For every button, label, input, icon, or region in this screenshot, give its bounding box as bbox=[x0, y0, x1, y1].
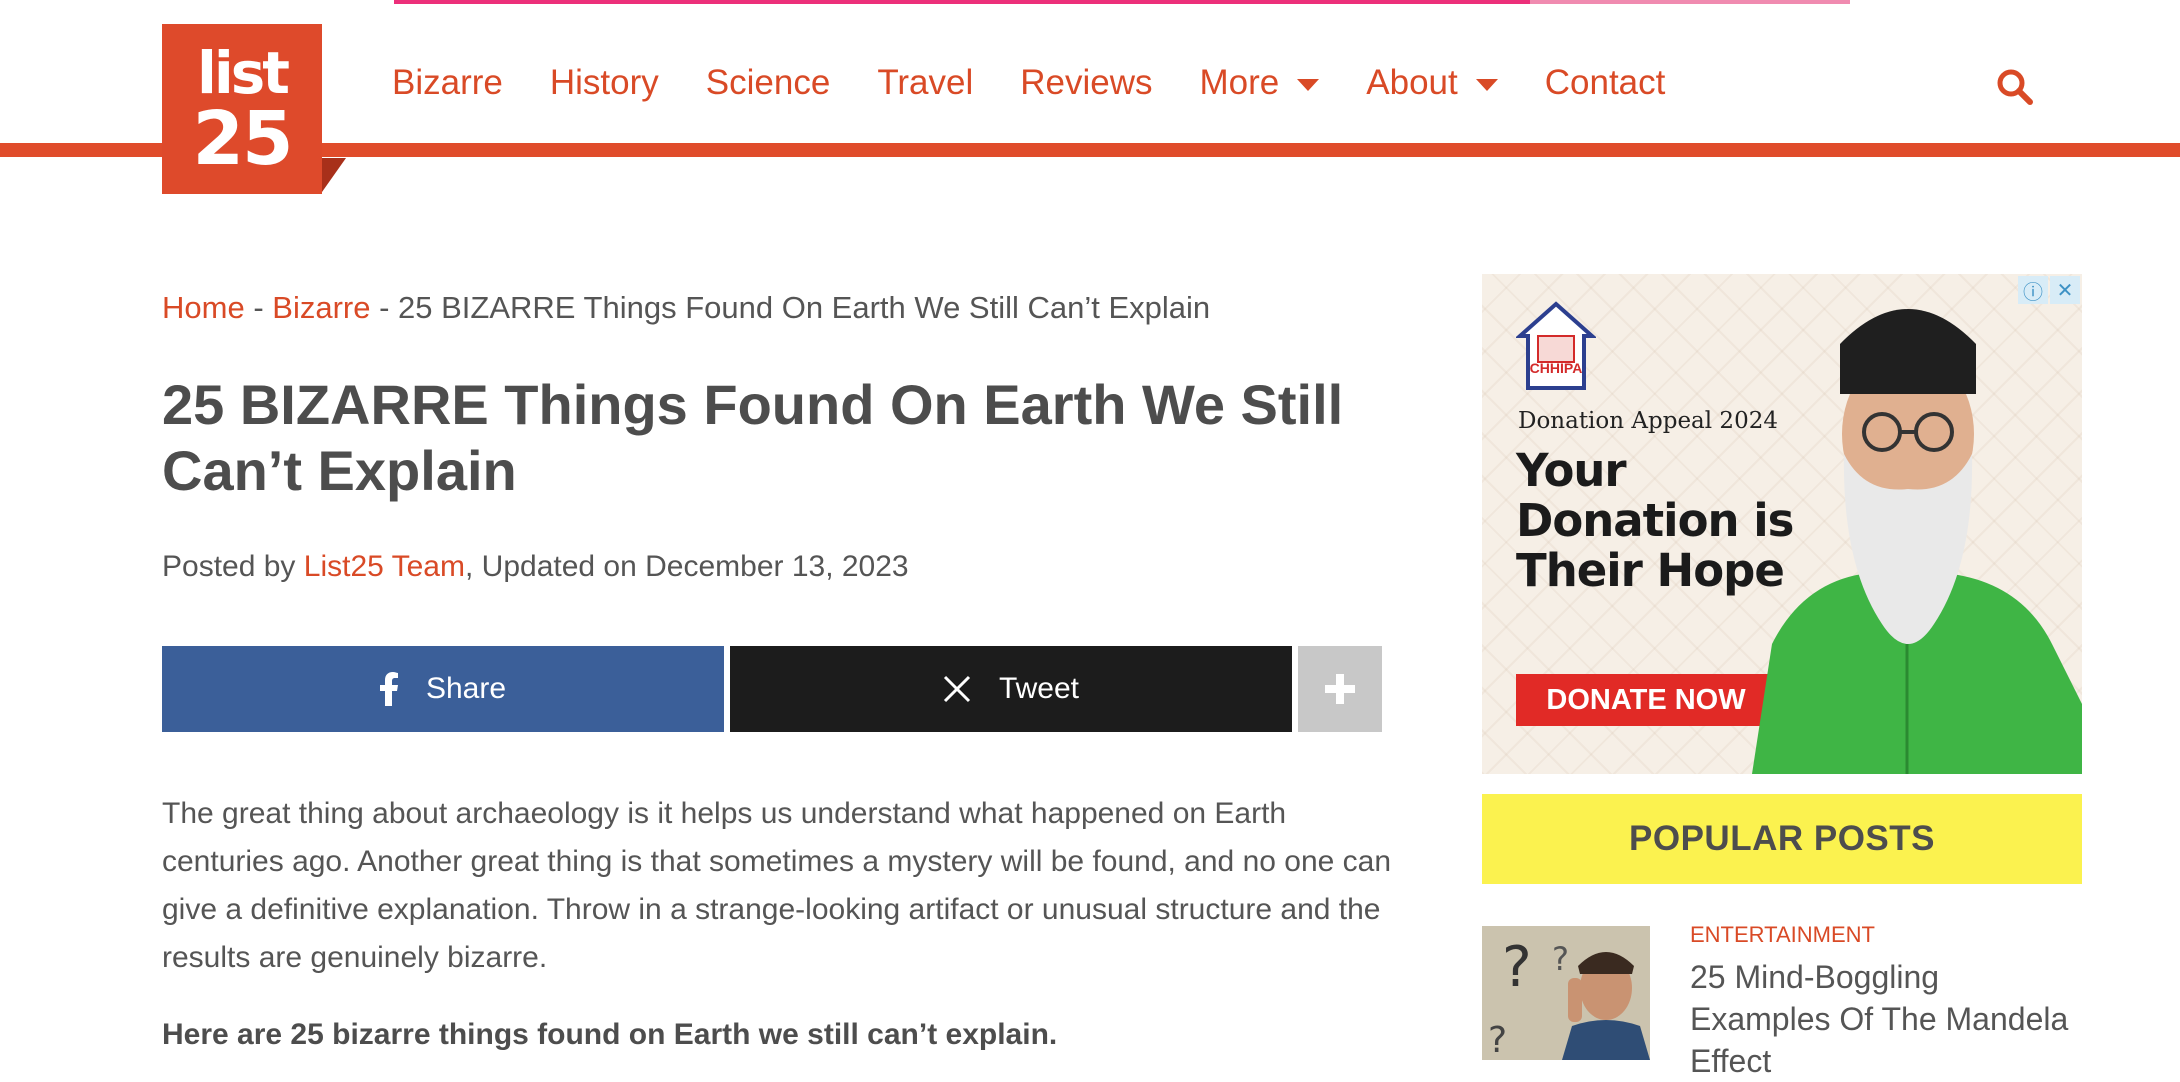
post-thumbnail[interactable]: ? ? ? bbox=[1482, 926, 1650, 1060]
facebook-share-button[interactable]: Share bbox=[162, 646, 724, 732]
nav-item-about[interactable]: About bbox=[1366, 63, 1498, 103]
question-man-thumbnail-icon: ? ? ? bbox=[1482, 926, 1650, 1060]
breadcrumb: Home - Bizarre - 25 BIZARRE Things Found… bbox=[162, 290, 1210, 326]
article-lead: Here are 25 bizarre things found on Eart… bbox=[162, 1018, 1058, 1051]
logo-text: list bbox=[196, 39, 290, 107]
header-divider bbox=[0, 143, 2180, 157]
breadcrumb-current: 25 BIZARRE Things Found On Earth We Stil… bbox=[398, 290, 1211, 325]
facebook-share-label: Share bbox=[425, 672, 507, 705]
article-byline: Posted by List25 Team, Updated on Decemb… bbox=[162, 550, 909, 584]
nav-item-science[interactable]: Science bbox=[706, 63, 831, 103]
nav-item-reviews[interactable]: Reviews bbox=[1020, 63, 1152, 103]
logo-fold-shadow bbox=[322, 158, 346, 192]
search-icon[interactable] bbox=[1996, 68, 2034, 106]
breadcrumb-category[interactable]: Bizarre bbox=[272, 290, 370, 325]
x-icon bbox=[943, 675, 971, 703]
logo-number: 25 bbox=[192, 96, 294, 182]
svg-text:?: ? bbox=[1552, 940, 1569, 978]
x-tweet-label: Tweet bbox=[998, 672, 1080, 705]
chevron-down-icon bbox=[1475, 79, 1498, 91]
post-category[interactable]: ENTERTAINMENT bbox=[1690, 922, 1875, 948]
x-tweet-button[interactable]: Tweet bbox=[730, 646, 1292, 732]
nav-label: History bbox=[549, 63, 659, 102]
nav-item-contact[interactable]: Contact bbox=[1545, 63, 1666, 103]
site-logo[interactable]: list 25 bbox=[162, 24, 322, 194]
charity-logo-icon bbox=[1516, 301, 1596, 390]
ad-person-image bbox=[1752, 309, 2082, 774]
nav-label: Science bbox=[705, 63, 831, 102]
facebook-icon bbox=[379, 672, 398, 706]
byline-date: , Updated on December 13, 2023 bbox=[464, 550, 909, 583]
nav-label: Travel bbox=[877, 63, 974, 102]
post-title[interactable]: 25 Mind-Boggling Examples Of The Mandela… bbox=[1690, 956, 2080, 1082]
nav-item-more[interactable]: More bbox=[1200, 63, 1320, 103]
breadcrumb-separator: - bbox=[244, 290, 273, 325]
nav-item-bizarre[interactable]: Bizarre bbox=[392, 63, 503, 103]
reading-progress-bar bbox=[394, 0, 1850, 4]
chevron-down-icon bbox=[1297, 79, 1320, 91]
more-share-button[interactable] bbox=[1298, 646, 1382, 732]
byline-prefix: Posted by bbox=[162, 550, 304, 583]
popular-posts-heading: POPULAR POSTS bbox=[1482, 794, 2082, 884]
nav-label: More bbox=[1199, 63, 1280, 102]
plus-icon bbox=[1325, 674, 1355, 704]
charity-logo-text: CHHIPA bbox=[1529, 360, 1583, 376]
nav-label: Contact bbox=[1544, 63, 1666, 102]
nav-item-travel[interactable]: Travel bbox=[877, 63, 973, 103]
breadcrumb-separator: - bbox=[370, 290, 399, 325]
nav-item-history[interactable]: History bbox=[550, 63, 659, 103]
svg-text:?: ? bbox=[1488, 1020, 1507, 1060]
reading-progress-fill bbox=[394, 0, 1530, 4]
svg-text:?: ? bbox=[1502, 935, 1532, 1000]
nav-label: About bbox=[1366, 63, 1458, 102]
sidebar-advertisement[interactable]: ⓘ ✕ CHHIPA Donation Appeal 2024 Your Don… bbox=[1482, 274, 2082, 774]
nav-label: Reviews bbox=[1020, 63, 1153, 102]
breadcrumb-home[interactable]: Home bbox=[162, 290, 245, 325]
author-link[interactable]: List25 Team bbox=[304, 550, 465, 583]
nav-label: Bizarre bbox=[392, 63, 503, 102]
article-intro: The great thing about archaeology is it … bbox=[162, 797, 1392, 974]
article-title: 25 BIZARRE Things Found On Earth We Stil… bbox=[162, 373, 1344, 502]
main-nav: Bizarre History Science Travel Reviews M… bbox=[392, 58, 1712, 108]
